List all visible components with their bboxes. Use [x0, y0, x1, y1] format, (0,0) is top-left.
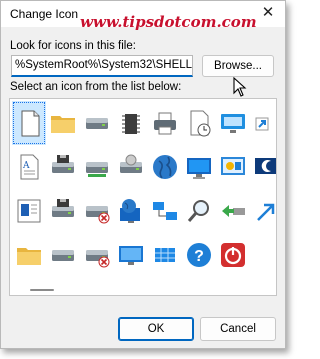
icon-grid: A?	[12, 101, 276, 277]
watermark-text: www.tipsdotcom.com	[80, 13, 257, 31]
floppy-drive-icon[interactable]	[46, 145, 80, 189]
document-clock-icon[interactable]	[182, 101, 216, 145]
monitor-window-icon[interactable]	[216, 101, 250, 145]
drive-x-icon[interactable]	[80, 233, 114, 277]
control-panel-icon[interactable]	[216, 145, 250, 189]
chip-icon[interactable]	[114, 101, 148, 145]
usb-arrow-icon[interactable]	[216, 189, 250, 233]
folder-icon[interactable]	[12, 233, 46, 277]
svg-text:?: ?	[194, 248, 204, 265]
globe-icon[interactable]	[148, 145, 182, 189]
blank-document-icon[interactable]	[12, 101, 46, 145]
network-drive-icon[interactable]	[80, 145, 114, 189]
desktop-monitor-icon[interactable]	[182, 145, 216, 189]
text-document-icon[interactable]: A	[12, 145, 46, 189]
help-icon[interactable]: ?	[182, 233, 216, 277]
window-document-icon[interactable]	[12, 189, 46, 233]
shortcut-arrow-icon[interactable]	[250, 101, 276, 145]
mouse-cursor-icon	[233, 77, 247, 97]
arrow-icon[interactable]	[250, 189, 276, 233]
cancel-button[interactable]: Cancel	[200, 317, 276, 341]
power-icon[interactable]	[216, 233, 250, 277]
optical-drive-icon[interactable]	[114, 145, 148, 189]
hidden-icon[interactable]	[250, 233, 276, 277]
ok-button[interactable]: OK	[118, 317, 194, 341]
drive-icon[interactable]	[80, 101, 114, 145]
icon-list-label: Select an icon from the list below:	[10, 81, 182, 93]
magnifier-icon[interactable]	[182, 189, 216, 233]
browse-button[interactable]: Browse...	[202, 55, 274, 77]
icon-file-path-input[interactable]: %SystemRoot%\System32\SHELL32.dll	[11, 55, 193, 77]
globe-monitor-icon[interactable]	[114, 189, 148, 233]
monitor-icon[interactable]	[114, 233, 148, 277]
window-title: Change Icon	[10, 7, 79, 21]
network-grid-icon[interactable]	[148, 233, 182, 277]
svg-text:A: A	[22, 161, 30, 171]
network-computers-icon[interactable]	[148, 189, 182, 233]
path-label: Look for icons in this file:	[10, 40, 136, 52]
drive-icon[interactable]	[46, 233, 80, 277]
icon-list[interactable]: A?	[9, 98, 277, 296]
sleep-moon-icon[interactable]	[250, 145, 276, 189]
close-icon[interactable]: ✕	[259, 4, 277, 22]
horizontal-scrollbar[interactable]	[30, 289, 54, 291]
drive-x-icon[interactable]	[80, 189, 114, 233]
printer-icon[interactable]	[148, 101, 182, 145]
floppy-drive-icon[interactable]	[46, 189, 80, 233]
folder-icon[interactable]	[46, 101, 80, 145]
change-icon-dialog: Change Icon ✕ Look for icons in this fil…	[0, 0, 286, 349]
